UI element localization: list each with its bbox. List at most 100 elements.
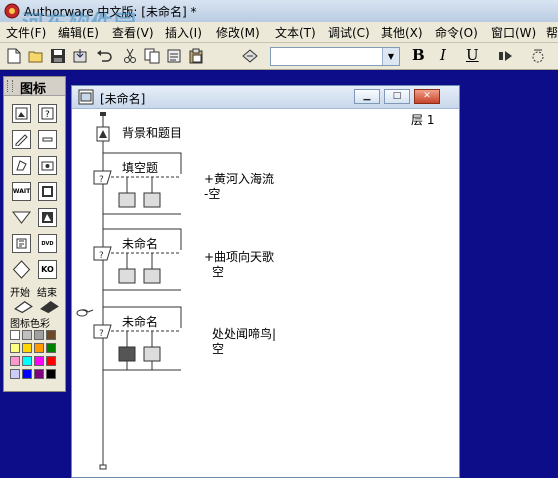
color-swatch[interactable]	[10, 343, 20, 353]
display-icon[interactable]	[12, 104, 31, 123]
svg-text:?: ?	[99, 251, 104, 261]
color-swatch[interactable]	[34, 330, 44, 340]
color-swatch[interactable]	[34, 356, 44, 366]
color-swatch[interactable]	[22, 343, 32, 353]
color-swatch[interactable]	[34, 343, 44, 353]
paste-icon	[189, 48, 203, 64]
menu-insert[interactable]: 插入(I)	[165, 24, 202, 41]
wait-icon[interactable]	[38, 130, 57, 149]
color-swatch[interactable]	[10, 369, 20, 379]
open-icon	[28, 51, 43, 63]
undo-icon	[97, 50, 112, 62]
map-icon-3a	[118, 346, 136, 362]
new-icon	[7, 48, 21, 64]
decision-icon[interactable]	[12, 208, 31, 227]
flow-item-label-3[interactable]: 未命名	[122, 235, 158, 252]
menu-edit[interactable]: 编辑(E)	[58, 24, 99, 41]
flowline-window: [未命名] ▁ □ ✕ 层 1 ? ? ? 背景和题目 填空题 未命名 未命名 …	[71, 85, 460, 478]
dvd-icon[interactable]: DVD	[38, 234, 57, 253]
wait-button-icon[interactable]: WAIT	[12, 182, 31, 201]
color-swatch[interactable]	[46, 356, 56, 366]
cut-icon	[124, 48, 136, 63]
italic-button[interactable]: I	[440, 46, 446, 64]
new-button[interactable]	[4, 46, 24, 66]
menu-view[interactable]: 查看(V)	[112, 24, 154, 41]
navigate-icon[interactable]	[12, 156, 31, 175]
end-flag-icon[interactable]	[40, 297, 59, 316]
color-swatch[interactable]	[10, 356, 20, 366]
copy2-icon	[167, 49, 181, 63]
color-label: 图标色彩	[10, 319, 50, 330]
svg-text:?: ?	[45, 110, 50, 120]
font-combo[interactable]: ▼	[270, 47, 400, 66]
import-button[interactable]	[70, 46, 90, 66]
menu-modify[interactable]: 修改(M)	[216, 24, 260, 41]
maximize-button[interactable]: □	[384, 89, 410, 104]
menu-bar: 文件(F) 编辑(E) 查看(V) 插入(I) 修改(M) 文本(T) 调试(C…	[0, 22, 558, 43]
copy-button[interactable]	[142, 46, 162, 66]
cut-button[interactable]	[120, 46, 140, 66]
color-swatch[interactable]	[46, 330, 56, 340]
flow-item-label-2[interactable]: 填空题	[122, 159, 158, 176]
authorware-logo-icon	[4, 3, 20, 19]
control-panel-button[interactable]	[528, 46, 548, 66]
run-button[interactable]	[496, 46, 516, 66]
response-label-1b[interactable]: -空	[204, 185, 220, 202]
flowline-window-title: [未命名]	[100, 92, 146, 106]
motion-icon[interactable]: ?	[38, 104, 57, 123]
chevron-down-icon[interactable]: ▼	[382, 48, 399, 65]
menu-help[interactable]: 帮	[546, 24, 558, 41]
color-swatch[interactable]	[34, 369, 44, 379]
calculation-icon[interactable]	[12, 234, 31, 253]
bold-button[interactable]: B	[412, 46, 425, 64]
menu-other[interactable]: 其他(X)	[381, 24, 423, 41]
menu-command[interactable]: 命令(O)	[435, 24, 478, 41]
flow-item-label-1[interactable]: 背景和题目	[122, 124, 182, 141]
map-icon-1b	[143, 192, 161, 208]
interaction-icon[interactable]	[38, 208, 57, 227]
menu-text[interactable]: 文本(T)	[275, 24, 316, 41]
movie-icon[interactable]	[38, 182, 57, 201]
open-button[interactable]	[26, 46, 46, 66]
paste-button[interactable]	[186, 46, 206, 66]
flowline-window-icon	[78, 89, 94, 105]
color-swatch[interactable]	[22, 330, 32, 340]
grip-icon[interactable]	[7, 80, 13, 92]
knowledge-object-icon[interactable]: KO	[38, 260, 57, 279]
framework-icon[interactable]	[38, 156, 57, 175]
underline-button[interactable]: U	[466, 46, 479, 64]
svg-text:?: ?	[99, 329, 104, 339]
menu-file[interactable]: 文件(F)	[6, 24, 46, 41]
map-icon-3b	[143, 346, 161, 362]
undo-button[interactable]	[94, 46, 114, 66]
paste-hand-icon	[76, 309, 88, 317]
flow-item-label-4[interactable]: 未命名	[122, 313, 158, 330]
map-icon-2b	[143, 268, 161, 284]
save-all-button[interactable]	[48, 46, 68, 66]
color-swatch[interactable]	[22, 356, 32, 366]
start-flag-icon[interactable]	[14, 297, 33, 316]
menu-debug[interactable]: 调试(C)	[328, 24, 370, 41]
copy2-button[interactable]	[164, 46, 184, 66]
flowline-start-marker	[100, 112, 106, 116]
icon-palette: 图标 ? WAIT DVD KO 开始 结束 图标色彩	[3, 76, 66, 392]
flowline-title-bar[interactable]: [未命名] ▁ □ ✕	[72, 86, 459, 109]
save-all-icon	[51, 49, 65, 63]
color-swatch[interactable]	[46, 343, 56, 353]
color-swatch[interactable]	[46, 369, 56, 379]
response-label-3b[interactable]: 空	[212, 340, 224, 357]
map-icon-2a	[118, 268, 136, 284]
response-label-2b[interactable]: 空	[212, 263, 224, 280]
minimize-button[interactable]: ▁	[354, 89, 380, 104]
palette-title-bar[interactable]: 图标	[4, 77, 65, 97]
color-swatch[interactable]	[10, 330, 20, 340]
color-swatch[interactable]	[22, 369, 32, 379]
find-button[interactable]	[240, 46, 260, 66]
copy-icon	[144, 48, 160, 64]
map-icon[interactable]	[12, 260, 31, 279]
map-icon-1a	[118, 192, 136, 208]
close-button[interactable]: ✕	[414, 89, 440, 104]
menu-window[interactable]: 窗口(W)	[491, 24, 536, 41]
control-panel-icon	[532, 49, 544, 63]
erase-icon[interactable]	[12, 130, 31, 149]
